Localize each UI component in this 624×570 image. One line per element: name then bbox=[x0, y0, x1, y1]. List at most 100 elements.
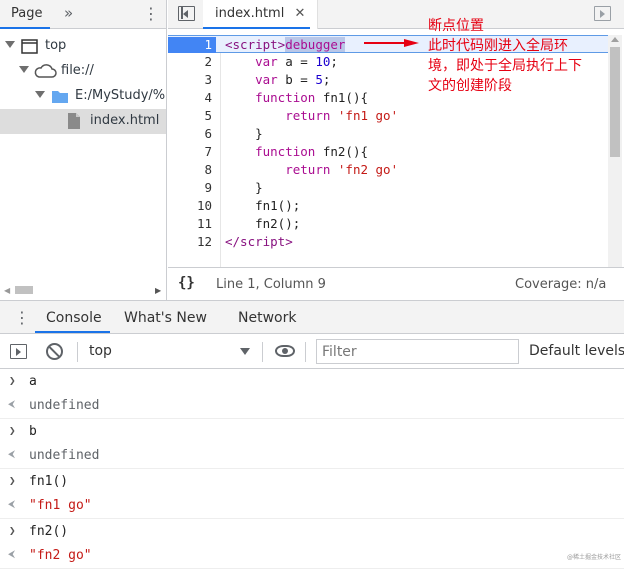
expand-arrow-icon[interactable] bbox=[19, 66, 29, 73]
devtools-top: Page » ⋮ top file:// E:/MyStudy/% index.… bbox=[0, 0, 624, 300]
tree-item-label: file:// bbox=[61, 63, 94, 78]
line-number[interactable]: 9 bbox=[168, 180, 216, 196]
tab-whats-new[interactable]: What's New bbox=[124, 310, 207, 326]
expand-arrow-icon[interactable] bbox=[35, 91, 45, 98]
code-text: <script>debugger bbox=[225, 37, 346, 52]
editor-vertical-scrollbar[interactable] bbox=[608, 35, 622, 267]
clear-console-icon[interactable] bbox=[46, 343, 63, 360]
editor-status-bar: {} Line 1, Column 9 Coverage: n/a bbox=[168, 267, 624, 300]
code-text: return 'fn1 go' bbox=[285, 108, 399, 123]
code-line[interactable]: 12 </script> bbox=[168, 233, 608, 251]
console-entry: ❯ a ⮜ undefined bbox=[0, 369, 624, 419]
annotation-line: 境，即处于全局执行上下 bbox=[428, 58, 582, 74]
tab-network[interactable]: Network bbox=[238, 310, 296, 326]
line-number[interactable]: 1 bbox=[168, 37, 216, 53]
file-tree: top file:// E:/MyStudy/% index.html bbox=[0, 34, 166, 134]
scroll-up-icon[interactable] bbox=[611, 37, 619, 42]
result-arrow-icon: ⮜ bbox=[8, 449, 16, 460]
line-number[interactable]: 6 bbox=[168, 126, 216, 142]
result-arrow-icon: ⮜ bbox=[8, 399, 16, 410]
toolbar-divider bbox=[262, 342, 263, 362]
prompt-chevron-icon: ❯ bbox=[9, 424, 16, 437]
scrollbar-thumb[interactable] bbox=[15, 286, 33, 294]
tab-page[interactable]: Page bbox=[11, 6, 42, 21]
file-tab-label: index.html bbox=[215, 6, 285, 21]
annotation-line: 文的创建阶段 bbox=[428, 78, 512, 94]
line-number[interactable]: 7 bbox=[168, 144, 216, 160]
tab-page-underline bbox=[0, 27, 50, 29]
console-input-row: ❯ b bbox=[0, 421, 624, 445]
prompt-chevron-icon: ❯ bbox=[9, 524, 16, 537]
context-selector[interactable]: top bbox=[89, 343, 112, 359]
live-expression-eye-icon[interactable] bbox=[275, 345, 295, 357]
file-tab-index[interactable]: index.html ✕ bbox=[203, 0, 319, 29]
tree-item-label: E:/MyStudy/% bbox=[75, 88, 166, 103]
console-result-text[interactable]: "fn1 go" bbox=[29, 498, 92, 513]
console-input-text[interactable]: b bbox=[29, 424, 37, 439]
code-text: </script> bbox=[225, 234, 293, 249]
line-number[interactable]: 12 bbox=[168, 234, 216, 250]
line-number[interactable]: 11 bbox=[168, 216, 216, 232]
scroll-right-icon[interactable]: ▶ bbox=[155, 286, 161, 295]
line-number[interactable]: 3 bbox=[168, 72, 216, 88]
code-line[interactable]: 11 fn2(); bbox=[168, 215, 608, 233]
toggle-navigator-icon[interactable] bbox=[178, 6, 195, 21]
cloud-icon bbox=[34, 64, 57, 78]
navigator-tabbar: Page » ⋮ bbox=[0, 0, 166, 29]
console-result-text[interactable]: "fn2 go" bbox=[29, 548, 92, 563]
code-line[interactable]: 9 } bbox=[168, 179, 608, 197]
line-number[interactable]: 8 bbox=[168, 162, 216, 178]
code-text: } bbox=[255, 180, 263, 195]
tab-console[interactable]: Console bbox=[46, 310, 102, 326]
scrollbar-thumb[interactable] bbox=[610, 47, 620, 157]
annotation-text: 断点位置 此时代码刚进入全局环 境，即处于全局执行上下 文的创建阶段 bbox=[428, 16, 608, 96]
console-input-row: ❯ a bbox=[0, 371, 624, 395]
code-line[interactable]: 7 function fn2(){ bbox=[168, 143, 608, 161]
show-console-sidebar-icon[interactable] bbox=[10, 344, 27, 359]
code-line[interactable]: 6 } bbox=[168, 125, 608, 143]
scroll-left-icon[interactable]: ◀ bbox=[4, 286, 10, 295]
drawer-menu-icon[interactable]: ⋮ bbox=[14, 308, 30, 327]
log-levels-dropdown[interactable]: Default levels bbox=[529, 343, 624, 359]
console-entry: ❯ fn2() ⮜ "fn2 go" bbox=[0, 519, 624, 569]
line-number[interactable]: 10 bbox=[168, 198, 216, 214]
console-result-text[interactable]: undefined bbox=[29, 398, 99, 413]
console-input-text[interactable]: fn1() bbox=[29, 474, 68, 489]
tree-item-folder[interactable]: E:/MyStudy/% bbox=[0, 84, 166, 109]
tree-item-file[interactable]: index.html bbox=[0, 109, 166, 134]
tree-item-label: index.html bbox=[90, 113, 160, 128]
chevron-down-icon[interactable] bbox=[240, 348, 250, 355]
filter-input[interactable] bbox=[316, 339, 519, 364]
code-text: return 'fn2 go' bbox=[285, 162, 399, 177]
result-arrow-icon: ⮜ bbox=[8, 549, 16, 560]
code-text: function fn1(){ bbox=[255, 90, 369, 105]
console-input-text[interactable]: a bbox=[29, 374, 37, 389]
cursor-position: Line 1, Column 9 bbox=[216, 277, 326, 292]
expand-arrow-icon[interactable] bbox=[5, 41, 15, 48]
console-result-row: ⮜ undefined bbox=[0, 395, 624, 419]
code-text: } bbox=[255, 126, 263, 141]
watermark: @稀土掘金技术社区 bbox=[567, 554, 622, 561]
console-result-text[interactable]: undefined bbox=[29, 448, 99, 463]
navigator-horizontal-scrollbar[interactable]: ◀ ▶ bbox=[0, 283, 166, 297]
code-text: var b = 5; bbox=[255, 72, 331, 87]
tree-item-origin[interactable]: file:// bbox=[0, 59, 166, 84]
console-result-row: ⮜ "fn1 go" bbox=[0, 495, 624, 519]
line-number[interactable]: 4 bbox=[168, 90, 216, 106]
more-tabs-icon[interactable]: » bbox=[64, 4, 73, 22]
line-number[interactable]: 5 bbox=[168, 108, 216, 124]
console-input-text[interactable]: fn2() bbox=[29, 524, 68, 539]
drawer-tabbar: ⋮ Console What's New Network bbox=[0, 300, 624, 334]
line-number[interactable]: 2 bbox=[168, 54, 216, 70]
frame-icon bbox=[21, 39, 38, 54]
file-icon bbox=[68, 113, 80, 129]
code-line[interactable]: 8 return 'fn2 go' bbox=[168, 161, 608, 179]
code-line[interactable]: 10 fn1(); bbox=[168, 197, 608, 215]
code-line[interactable]: 5 return 'fn1 go' bbox=[168, 107, 608, 125]
pretty-print-icon[interactable]: {} bbox=[178, 275, 195, 291]
navigator-menu-icon[interactable]: ⋮ bbox=[143, 4, 159, 23]
code-text: fn2(); bbox=[255, 216, 301, 231]
close-icon[interactable]: ✕ bbox=[294, 6, 305, 21]
folder-icon bbox=[52, 91, 68, 103]
tree-item-top[interactable]: top bbox=[0, 34, 166, 59]
